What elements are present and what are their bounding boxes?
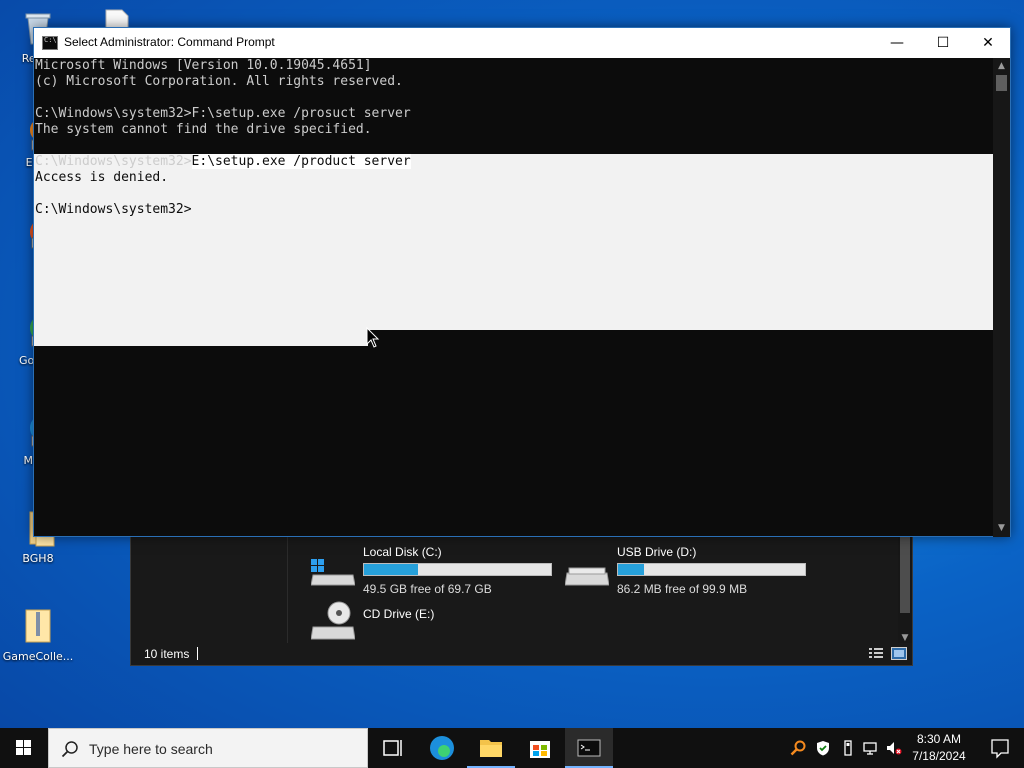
- drive-name: USB Drive (D:): [617, 545, 697, 559]
- drive-usage-fill: [618, 564, 645, 575]
- console-line: Microsoft Windows [Version 10.0.19045.46…: [35, 58, 372, 73]
- maximize-button[interactable]: ☐: [920, 28, 966, 58]
- taskbar-microsoft-store[interactable]: [516, 728, 564, 768]
- task-view-icon: [383, 740, 402, 756]
- taskbar: Type here to search 8:30 AM 7/18/2024: [0, 728, 1024, 768]
- console-line: C:\Windows\system32>E:\setup.exe /produc…: [35, 154, 411, 170]
- drive-local-disk-c[interactable]: Local Disk (C:) 49.5 GB free of 69.7 GB: [310, 545, 561, 596]
- start-button[interactable]: [0, 728, 48, 768]
- selected-command-text: E:\setup.exe /product server: [191, 154, 411, 169]
- clock-date: 7/18/2024: [912, 749, 966, 763]
- file-explorer-window[interactable]: Local Disk (C:) 49.5 GB free of 69.7 GB …: [130, 536, 913, 666]
- window-title: Select Administrator: Command Prompt: [64, 35, 275, 49]
- drive-free-space: 86.2 MB free of 99.9 MB: [617, 582, 748, 596]
- title-bar[interactable]: Select Administrator: Command Prompt — ☐…: [34, 28, 1010, 58]
- close-button[interactable]: ✕: [965, 28, 1011, 58]
- taskbar-file-explorer[interactable]: [467, 728, 515, 768]
- cmd-app-icon: [42, 36, 58, 50]
- search-placeholder: Type here to search: [89, 741, 213, 757]
- explorer-scrollbar[interactable]: ▼: [898, 537, 912, 645]
- drive-usage-bar: [363, 563, 552, 576]
- text-selection: [34, 330, 368, 346]
- task-view-button[interactable]: [368, 728, 416, 768]
- search-icon: [61, 740, 79, 758]
- taskbar-edge[interactable]: [418, 728, 466, 768]
- desktop-icon-gamecollection[interactable]: GameColle...: [0, 606, 76, 663]
- clock-time: 8:30 AM: [916, 732, 962, 746]
- details-view-icon[interactable]: [869, 647, 885, 660]
- store-icon: [530, 741, 550, 758]
- search-tool-icon[interactable]: [790, 740, 806, 756]
- status-separator: [197, 647, 198, 660]
- security-shield-icon[interactable]: [815, 740, 831, 756]
- item-count: 10 items: [144, 647, 190, 661]
- scrollbar-thumb[interactable]: [996, 75, 1007, 91]
- navigation-pane[interactable]: [131, 537, 288, 645]
- console-line: C:\Windows\system32>: [35, 202, 192, 217]
- console-prompt: C:\Windows\system32>: [35, 154, 192, 169]
- windows-logo-icon: [16, 740, 31, 755]
- cmd-icon: [577, 739, 601, 757]
- drive-name: CD Drive (E:): [363, 607, 435, 621]
- drive-usb-d[interactable]: USB Drive (D:) 86.2 MB free of 99.9 MB: [564, 545, 815, 596]
- taskbar-command-prompt[interactable]: [565, 728, 613, 768]
- console-line: (c) Microsoft Corporation. All rights re…: [35, 74, 403, 89]
- scroll-down-arrow-icon[interactable]: ▼: [993, 520, 1010, 537]
- command-prompt-window[interactable]: Select Administrator: Command Prompt — ☐…: [33, 27, 1011, 537]
- windows-drive-icon: [310, 557, 356, 586]
- zip-folder-icon: [18, 606, 58, 646]
- usb-eject-icon[interactable]: [840, 740, 856, 756]
- console-line: Access is denied.: [35, 170, 169, 185]
- scrollbar-thumb[interactable]: [900, 537, 910, 613]
- system-clock[interactable]: 8:30 AM 7/18/2024: [905, 731, 973, 765]
- network-icon[interactable]: [863, 740, 879, 756]
- console-line: C:\Windows\system32>F:\setup.exe /prosuc…: [35, 106, 411, 121]
- large-icons-view-icon[interactable]: [891, 647, 907, 660]
- drive-usage-fill: [364, 564, 419, 575]
- console-line: The system cannot find the drive specifi…: [35, 122, 372, 137]
- desktop-icon-label: BGH8: [22, 552, 54, 565]
- text-selection: [34, 154, 994, 330]
- desktop-icon-label: GameColle...: [2, 650, 74, 663]
- drive-usage-bar: [617, 563, 806, 576]
- cd-drive-icon: [310, 601, 356, 640]
- status-bar: 10 items: [131, 643, 912, 665]
- taskbar-search-box[interactable]: Type here to search: [48, 728, 368, 768]
- volume-muted-icon[interactable]: [886, 740, 902, 756]
- notification-icon: [991, 739, 1009, 759]
- file-explorer-icon: [480, 740, 502, 757]
- edge-icon: [430, 736, 454, 760]
- drives-view[interactable]: Local Disk (C:) 49.5 GB free of 69.7 GB …: [289, 537, 899, 645]
- mouse-pointer-icon: [366, 326, 380, 349]
- notification-center-button[interactable]: [976, 728, 1024, 768]
- drive-name: Local Disk (C:): [363, 545, 442, 559]
- drive-cd-e[interactable]: CD Drive (E:): [310, 601, 561, 647]
- usb-drive-icon: [564, 557, 610, 586]
- minimize-button[interactable]: —: [874, 28, 920, 58]
- console-scrollbar[interactable]: ▲ ▼: [993, 58, 1010, 537]
- console-output[interactable]: Microsoft Windows [Version 10.0.19045.46…: [34, 58, 994, 537]
- scroll-up-arrow-icon[interactable]: ▲: [993, 58, 1010, 75]
- drive-free-space: 49.5 GB free of 69.7 GB: [363, 582, 492, 596]
